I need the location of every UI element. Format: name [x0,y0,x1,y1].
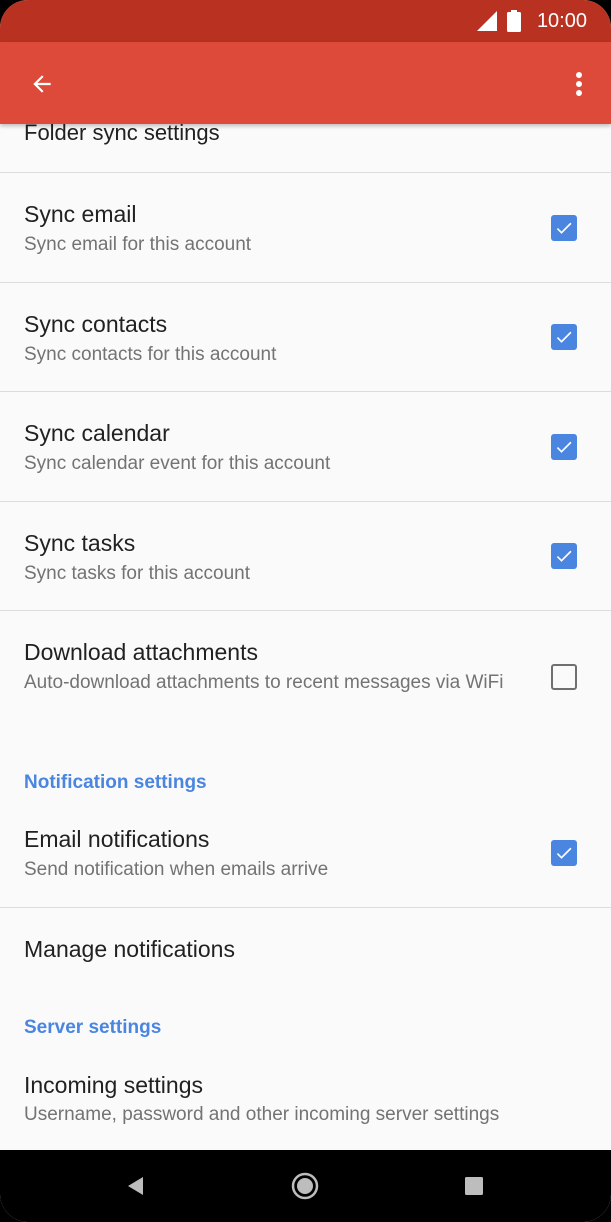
incoming-settings-title: Incoming settings [24,1072,203,1098]
manage-notifications-row[interactable]: Manage notifications [0,908,611,998]
signal-icon [476,11,497,31]
sync-email-summary: Sync email for this account [24,234,252,255]
sync-tasks-checkbox[interactable] [551,543,577,569]
sync-contacts-title: Sync contacts [24,311,168,337]
download-attachments-title: Download attachments [24,639,258,665]
device-screen: 10:00 Folder sync settings Sync email Sy… [0,0,611,1222]
sync-tasks-title: Sync tasks [24,530,136,556]
sync-calendar-title: Sync calendar [24,420,170,446]
more-vert-icon [576,72,582,96]
nav-back-button[interactable] [118,1168,154,1204]
sync-tasks-row[interactable]: Sync tasks Sync tasks for this account [0,502,611,610]
check-icon [556,222,572,234]
manage-notifications-title: Manage notifications [24,936,235,962]
sync-calendar-summary: Sync calendar event for this account [24,453,331,474]
folder-sync-settings-row[interactable]: Folder sync settings [0,124,611,172]
check-icon [556,331,572,343]
sync-contacts-row[interactable]: Sync contacts Sync contacts for this acc… [0,283,611,392]
download-attachments-checkbox[interactable] [551,664,577,690]
sync-calendar-row[interactable]: Sync calendar Sync calendar event for th… [0,392,611,501]
status-time: 10:00 [536,9,587,32]
email-notifications-summary: Send notification when emails arrive [24,859,329,880]
sync-contacts-summary: Sync contacts for this account [24,344,277,365]
nav-home-icon [291,1172,319,1200]
incoming-settings-row[interactable]: Incoming settings Username, password and… [0,1054,611,1150]
nav-back-icon [128,1177,143,1195]
settings-list: Folder sync settings Sync email Sync ema… [0,124,611,1150]
check-icon [556,441,572,453]
email-notifications-row[interactable]: Email notifications Send notification wh… [0,808,611,907]
nav-recents-icon [465,1177,483,1195]
download-attachments-summary: Auto-download attachments to recent mess… [24,672,504,693]
sync-tasks-summary: Sync tasks for this account [24,563,250,584]
check-icon [556,550,572,562]
sync-calendar-checkbox[interactable] [551,434,577,460]
email-notifications-checkbox[interactable] [551,840,577,866]
sync-email-checkbox[interactable] [551,215,577,241]
email-notifications-title: Email notifications [24,826,210,852]
status-bar: 10:00 [0,0,611,42]
app-bar [0,42,611,124]
more-options-button[interactable] [563,64,595,104]
server-settings-header: Server settings [24,1017,162,1038]
nav-recents-button[interactable] [456,1168,492,1204]
sync-contacts-checkbox[interactable] [551,324,577,350]
sync-email-title: Sync email [24,201,137,227]
download-attachments-row[interactable]: Download attachments Auto-download attac… [0,611,611,738]
folder-sync-settings-label: Folder sync settings [24,124,220,145]
nav-home-button[interactable] [287,1168,323,1204]
battery-icon [506,10,521,32]
incoming-settings-summary: Username, password and other incoming se… [24,1104,500,1125]
back-button[interactable] [22,64,62,104]
status-icons: 10:00 [476,9,587,33]
notification-settings-header: Notification settings [24,772,207,793]
check-icon [556,847,572,859]
sync-email-row[interactable]: Sync email Sync email for this account [0,173,611,282]
arrow-back-icon [33,75,51,93]
navigation-bar [0,1150,611,1222]
